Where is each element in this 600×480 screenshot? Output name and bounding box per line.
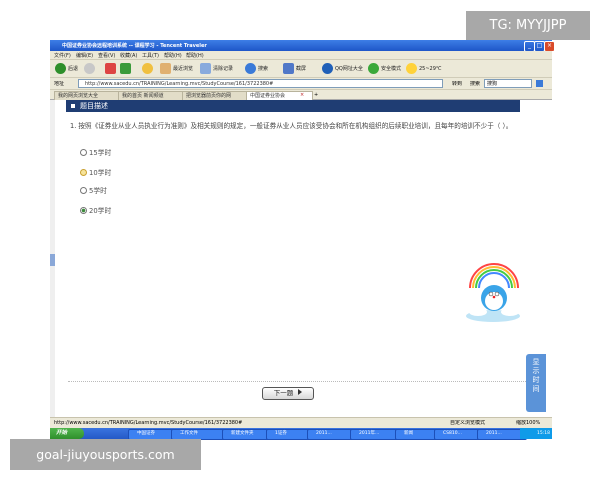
next-question-button[interactable]: 下一题 [262,387,314,400]
system-tray-clock[interactable]: 15:18 [520,428,552,439]
play-arrow-icon [298,389,303,395]
window-title: 中国证券业协会远程培训系统 -- 课程学习 - Tencent Traveler [62,43,207,49]
radio-button[interactable] [80,169,87,176]
radio-button[interactable] [80,149,87,156]
watermark-top: TG: MYYJJPP [466,11,590,40]
menu-bar: 文件(F) 编辑(E) 查看(V) 收藏(A) 工具(T) 帮助(H) 帮助(H… [50,51,552,60]
option-1[interactable]: 15学时 [80,148,111,158]
radio-button[interactable] [80,187,87,194]
stop-button[interactable] [105,63,118,75]
search-label: 搜索 [470,81,481,87]
screenshot-icon [283,63,294,74]
watermark-bottom: goal-jiuyousports.com [10,439,201,470]
show-time-label: 显示时间 [532,358,540,393]
screenshot-button[interactable]: 截屏 [283,63,306,75]
section-header: 题目描述 [66,100,520,112]
refresh-button[interactable] [120,63,133,75]
menu-help[interactable]: 帮助(H) [164,52,182,59]
option-3[interactable]: 5学时 [80,186,107,196]
menu-favorites[interactable]: 收藏(A) [120,52,137,59]
sun-icon [406,63,417,74]
address-label: 地址 [54,81,65,87]
clear-history-button[interactable]: 清除记录 [200,63,233,75]
tab-bar: 我的网页浏览大全 我的首页 新闻频道 把浏览器前页你的网 中国证券业协会 × + [50,90,552,102]
clear-icon [200,63,211,74]
address-bar: 地址 http://www.sacedu.cn/TRAINING/Learnin… [50,78,552,90]
status-bar: http://www.sacedu.cn/TRAINING/Learning.m… [50,417,552,428]
option-label: 10学时 [89,169,112,177]
window-title-bar: 中国证券业协会远程培训系统 -- 课程学习 - Tencent Traveler… [50,40,555,52]
option-2[interactable]: 10学时 [80,168,111,178]
menu-file[interactable]: 文件(F) [54,52,71,59]
browse-mode[interactable]: 自定义浏览模式 [450,420,485,426]
next-label: 下一题 [273,389,294,397]
search-go-icon[interactable] [536,80,543,87]
status-url: http://www.sacedu.cn/TRAINING/Learning.m… [54,420,243,426]
globe-icon [322,63,333,74]
url-input[interactable]: http://www.sacedu.cn/TRAINING/Learning.m… [78,79,443,88]
back-arrow-icon [55,63,66,74]
weather-widget[interactable]: 25~29℃ [406,63,442,75]
search-icon [245,63,256,74]
safe-mode-button[interactable]: 安全模式 [368,63,401,75]
menu-view[interactable]: 查看(V) [98,52,115,59]
menu-help-2[interactable]: 帮助(H) [186,52,204,59]
new-tab-icon[interactable]: + [314,92,318,98]
stop-icon [105,63,116,74]
forward-button[interactable] [84,63,97,75]
toolbar: 后退 最近浏览 清除记录 搜索 截屏 QQ网址大全 安全模式 25~29℃ [50,60,552,78]
zoom-level[interactable]: 缩放100% [516,420,540,426]
recent-button[interactable]: 最近浏览 [160,63,193,75]
option-label: 5学时 [89,187,107,195]
start-button[interactable]: 开始 [50,428,84,439]
close-tab-icon[interactable]: × [300,92,304,98]
refresh-icon [120,63,131,74]
back-button[interactable]: 后退 [55,63,78,75]
option-label: 20学时 [89,207,112,215]
home-icon [142,63,153,74]
section-title: 题目描述 [80,102,108,110]
menu-tools[interactable]: 工具(T) [142,52,159,59]
qq-sites-button[interactable]: QQ网址大全 [322,63,363,75]
bullet-icon [71,104,75,108]
go-button[interactable]: 转到 [452,81,462,87]
divider [68,381,528,382]
search-engine-input[interactable]: 搜狗 [484,79,532,88]
show-time-panel[interactable]: 显示时间 [526,354,546,412]
mascot-image [464,258,522,324]
home-button[interactable] [142,63,155,75]
question-text: 1. 按照《证券业从业人员执业行为准则》及相关规则的规定，一般证券从业人员应该受… [70,122,513,130]
option-label: 15学时 [89,149,112,157]
menu-edit[interactable]: 编辑(E) [76,52,93,59]
radio-button-selected[interactable] [80,207,87,214]
scrollbar-thumb[interactable] [50,254,55,266]
history-icon [160,63,171,74]
taskbar: 开始 中国证券 工作文件 新建文件夹 1证券 2011... 2011年... … [50,428,552,440]
search-button[interactable]: 搜索 [245,63,268,75]
shield-icon [368,63,379,74]
forward-arrow-icon [84,63,95,74]
option-4[interactable]: 20学时 [80,206,111,216]
